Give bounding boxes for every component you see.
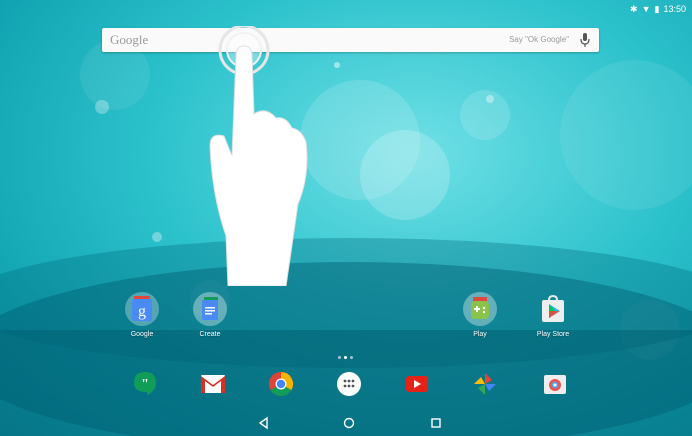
home-icon[interactable] bbox=[342, 416, 356, 430]
play-games-folder-icon bbox=[463, 292, 497, 326]
page-dot bbox=[338, 356, 341, 359]
app-drawer-icon[interactable] bbox=[335, 370, 363, 398]
app-google[interactable]: g Google bbox=[112, 292, 172, 338]
search-hint: Say "Ok Google" bbox=[509, 35, 569, 44]
status-bar: ✱ ▼ ▮ 13:50 bbox=[630, 2, 686, 16]
wallpaper-bokeh bbox=[152, 232, 162, 242]
wallpaper-bokeh bbox=[560, 60, 692, 210]
app-create[interactable]: Create bbox=[180, 292, 240, 338]
page-dot bbox=[350, 356, 353, 359]
camera-icon[interactable] bbox=[541, 370, 569, 398]
wallpaper-bokeh bbox=[334, 62, 340, 68]
page-dot bbox=[344, 356, 347, 359]
gmail-icon[interactable] bbox=[199, 370, 227, 398]
svg-text:g: g bbox=[138, 303, 146, 320]
svg-text:": " bbox=[141, 377, 149, 392]
search-bar[interactable]: Google Say "Ok Google" bbox=[102, 28, 599, 52]
battery-icon: ▮ bbox=[654, 4, 660, 14]
recents-icon[interactable] bbox=[429, 416, 443, 430]
tutorial-hand-overlay bbox=[209, 26, 308, 286]
app-label: Play Store bbox=[536, 331, 570, 338]
app-play-store[interactable]: Play Store bbox=[523, 292, 583, 338]
bluetooth-icon: ✱ bbox=[630, 4, 638, 14]
chrome-icon[interactable] bbox=[267, 370, 295, 398]
wallpaper-bokeh bbox=[460, 90, 510, 140]
wallpaper-bokeh bbox=[486, 95, 494, 103]
home-screen: ✱ ▼ ▮ 13:50 Google Say "Ok Google" g Goo… bbox=[0, 0, 692, 436]
search-logo: Google bbox=[110, 32, 149, 47]
navigation-bar bbox=[0, 410, 692, 436]
play-store-icon bbox=[536, 292, 570, 326]
status-time: 13:50 bbox=[663, 4, 686, 14]
google-docs-folder-icon bbox=[193, 292, 227, 326]
app-label: Create bbox=[199, 331, 221, 338]
app-label: Google bbox=[130, 331, 154, 338]
microphone-icon[interactable] bbox=[580, 33, 590, 47]
page-indicator bbox=[338, 356, 353, 359]
app-label: Play bbox=[473, 331, 487, 338]
youtube-icon[interactable] bbox=[403, 370, 431, 398]
wallpaper-bokeh bbox=[360, 130, 450, 220]
back-icon[interactable] bbox=[257, 416, 271, 430]
google-search-icon: g bbox=[125, 292, 159, 326]
hangouts-icon[interactable]: " bbox=[131, 370, 159, 398]
wallpaper-bokeh bbox=[95, 100, 109, 114]
photos-icon[interactable] bbox=[471, 370, 499, 398]
app-play[interactable]: Play bbox=[450, 292, 510, 338]
wifi-icon: ▼ bbox=[641, 4, 651, 14]
